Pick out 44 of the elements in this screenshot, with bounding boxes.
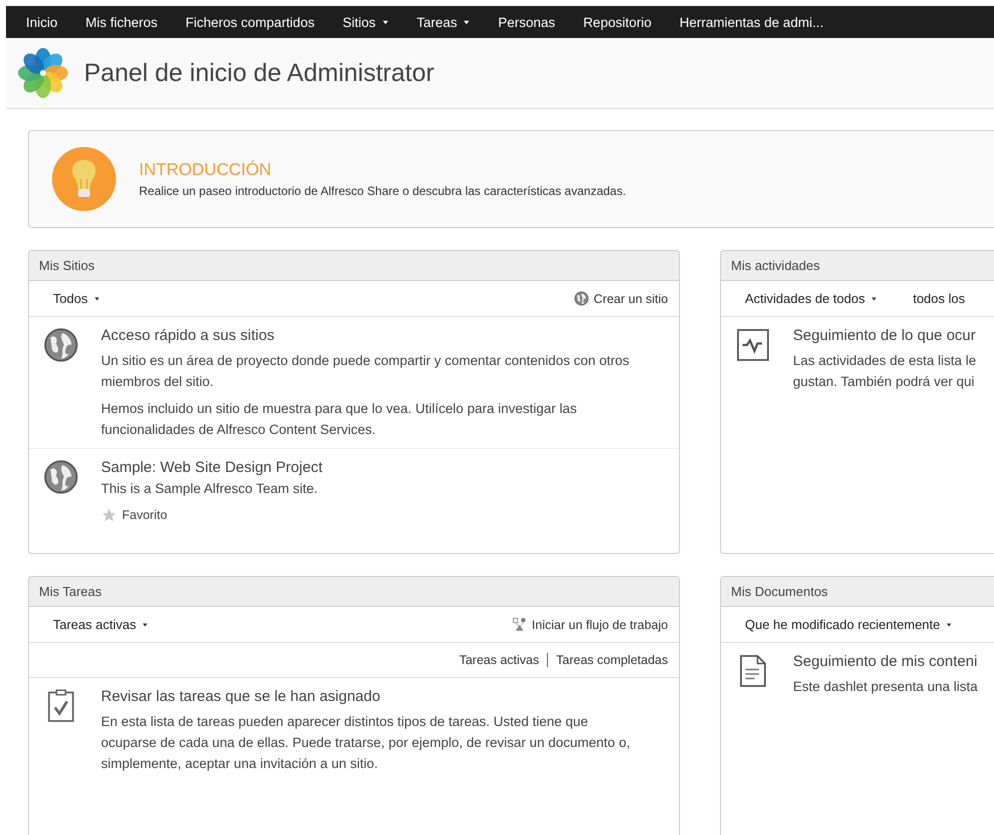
nav-menu-item[interactable]: Inicio — [12, 6, 72, 38]
dashlet-heading: Seguimiento de lo que ocur — [793, 327, 976, 344]
nav-menu-item[interactable]: Sitios — [328, 6, 403, 38]
filter-link[interactable]: Tareas activas — [451, 653, 548, 667]
dashlet-paragraph: En esta lista de tareas pueden aparecer distintos tipos de tareas. Usted tiene que ocuparse de cada una de ellas. Puede tratarse, por ejemplo, de revisar un documento o, simplemente, aceptar una invitación a un sitio. — [101, 713, 632, 773]
filter-link[interactable]: Tareas completadas — [547, 653, 668, 667]
dashlet-heading: Acceso rápido a sus sitios — [101, 327, 276, 344]
nav-menu-item[interactable]: Herramientas de admi... — [665, 6, 838, 38]
page-title: Panel de inicio de Administrator — [84, 58, 434, 88]
lightbulb-icon — [51, 146, 117, 212]
filter-dropdown[interactable]: Todos — [53, 291, 100, 306]
intro-title: INTRODUCCIÓN — [139, 160, 272, 180]
nav-menu-item[interactable]: Ficheros compartidos — [172, 6, 329, 38]
nav-menu-item[interactable]: Personas — [484, 6, 570, 38]
workflow-icon — [512, 617, 527, 632]
dashlet-text-line: Las actividades de esta lista le — [793, 352, 976, 370]
filter-dropdown[interactable]: Actividades de todos — [745, 291, 877, 306]
intro-description: Realice un paseo introductorio de Alfresco Share o descubra las características avanzadas. — [139, 184, 626, 198]
site-description: This is a Sample Alfresco Team site. — [101, 480, 319, 498]
favorite-toggle[interactable]: Favorito — [101, 501, 322, 523]
action-link[interactable]: Iniciar un flujo de trabajo — [512, 617, 668, 632]
dashlet-text-line: Este dashlet presenta una lista — [793, 678, 978, 696]
dashlet-title: Mis Tareas — [29, 577, 679, 607]
filter-link[interactable]: todos los — [912, 291, 966, 306]
globe-icon — [43, 327, 79, 363]
filter-dropdown[interactable]: Que he modificado recientemente — [745, 617, 952, 632]
nav-menu-item[interactable]: Repositorio — [569, 6, 666, 38]
nav-menu-item[interactable]: Tareas — [402, 6, 484, 38]
dashlet-title: Mis Documentos — [721, 577, 994, 607]
site-link[interactable]: Sample: Web Site Design Project — [101, 459, 322, 476]
dashlet-heading: Seguimiento de mis conteni — [793, 653, 978, 670]
action-link[interactable]: Crear un sitio — [574, 291, 668, 306]
globe-icon — [574, 291, 589, 306]
dashlet-text-line: gustan. También podrá ver qui — [793, 373, 976, 391]
nav-menu-item[interactable]: Mis ficheros — [72, 6, 172, 38]
logo-icon — [16, 46, 70, 100]
dashlet-paragraph: Hemos incluido un sitio de muestra para que lo vea. Utilícelo para investigar las funcionalidades de Alfresco Content Services. — [101, 400, 578, 439]
globe-icon — [43, 459, 79, 495]
activity-icon — [735, 327, 771, 363]
filter-dropdown[interactable]: Tareas activas — [53, 617, 148, 632]
dashlet-title: Mis actividades — [721, 251, 994, 281]
dashlet-heading: Revisar las tareas que se le han asignado — [101, 688, 382, 705]
dashlet-title: Mis Sitios — [29, 251, 679, 281]
dashlet-paragraph: Un sitio es un área de proyecto donde puede compartir y comentar contenidos con otros miembros del sitio. — [101, 352, 630, 391]
